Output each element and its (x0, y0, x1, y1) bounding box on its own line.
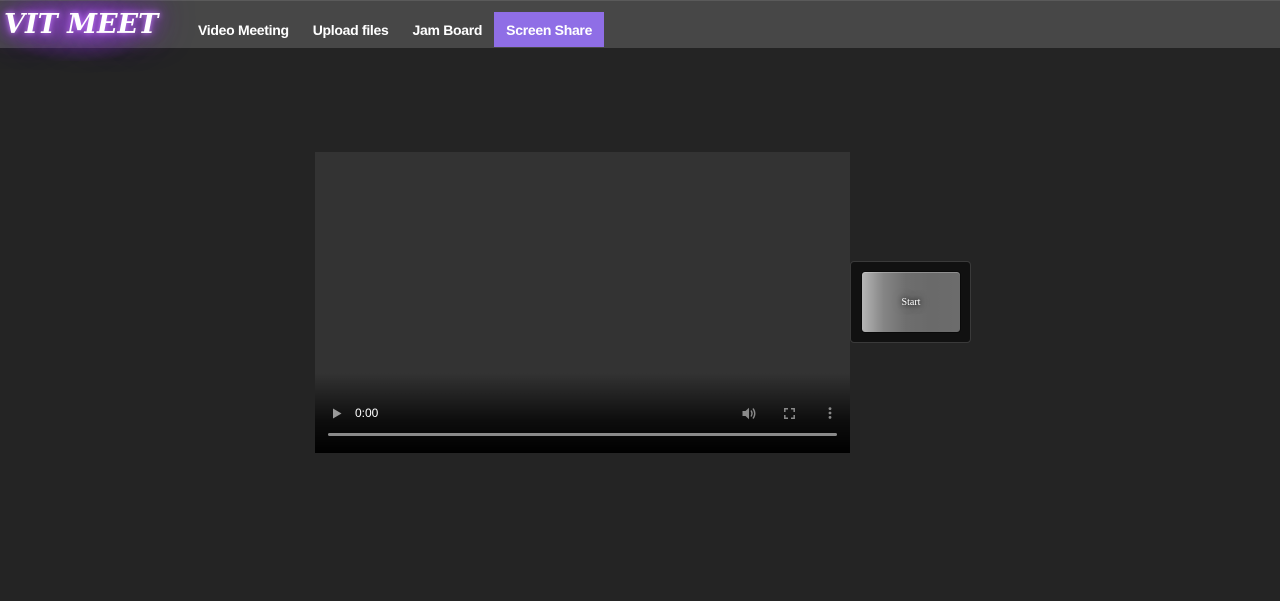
nav-link-screen-share[interactable]: Screen Share (494, 12, 605, 47)
video-current-time: 0:00 (355, 406, 379, 420)
nav-links: Video Meeting Upload files Jam Board Scr… (186, 12, 605, 47)
start-button-frame: Start (850, 261, 971, 343)
navbar: VIT MEET Video Meeting Upload files Jam … (0, 0, 1280, 61)
video-progress-bar[interactable] (328, 433, 837, 436)
fullscreen-icon[interactable] (781, 405, 797, 421)
volume-icon[interactable] (741, 405, 757, 421)
nav-link-video-meeting[interactable]: Video Meeting (186, 12, 301, 47)
nav-link-jam-board[interactable]: Jam Board (401, 12, 495, 47)
screen-share-video[interactable]: 0:00 (315, 152, 850, 453)
app-logo[interactable]: VIT MEET (4, 5, 158, 45)
play-icon[interactable] (329, 405, 345, 421)
more-vertical-icon[interactable] (822, 405, 838, 421)
video-controls: 0:00 (315, 393, 850, 453)
nav-link-upload-files[interactable]: Upload files (301, 12, 401, 47)
start-button[interactable]: Start (861, 271, 961, 333)
